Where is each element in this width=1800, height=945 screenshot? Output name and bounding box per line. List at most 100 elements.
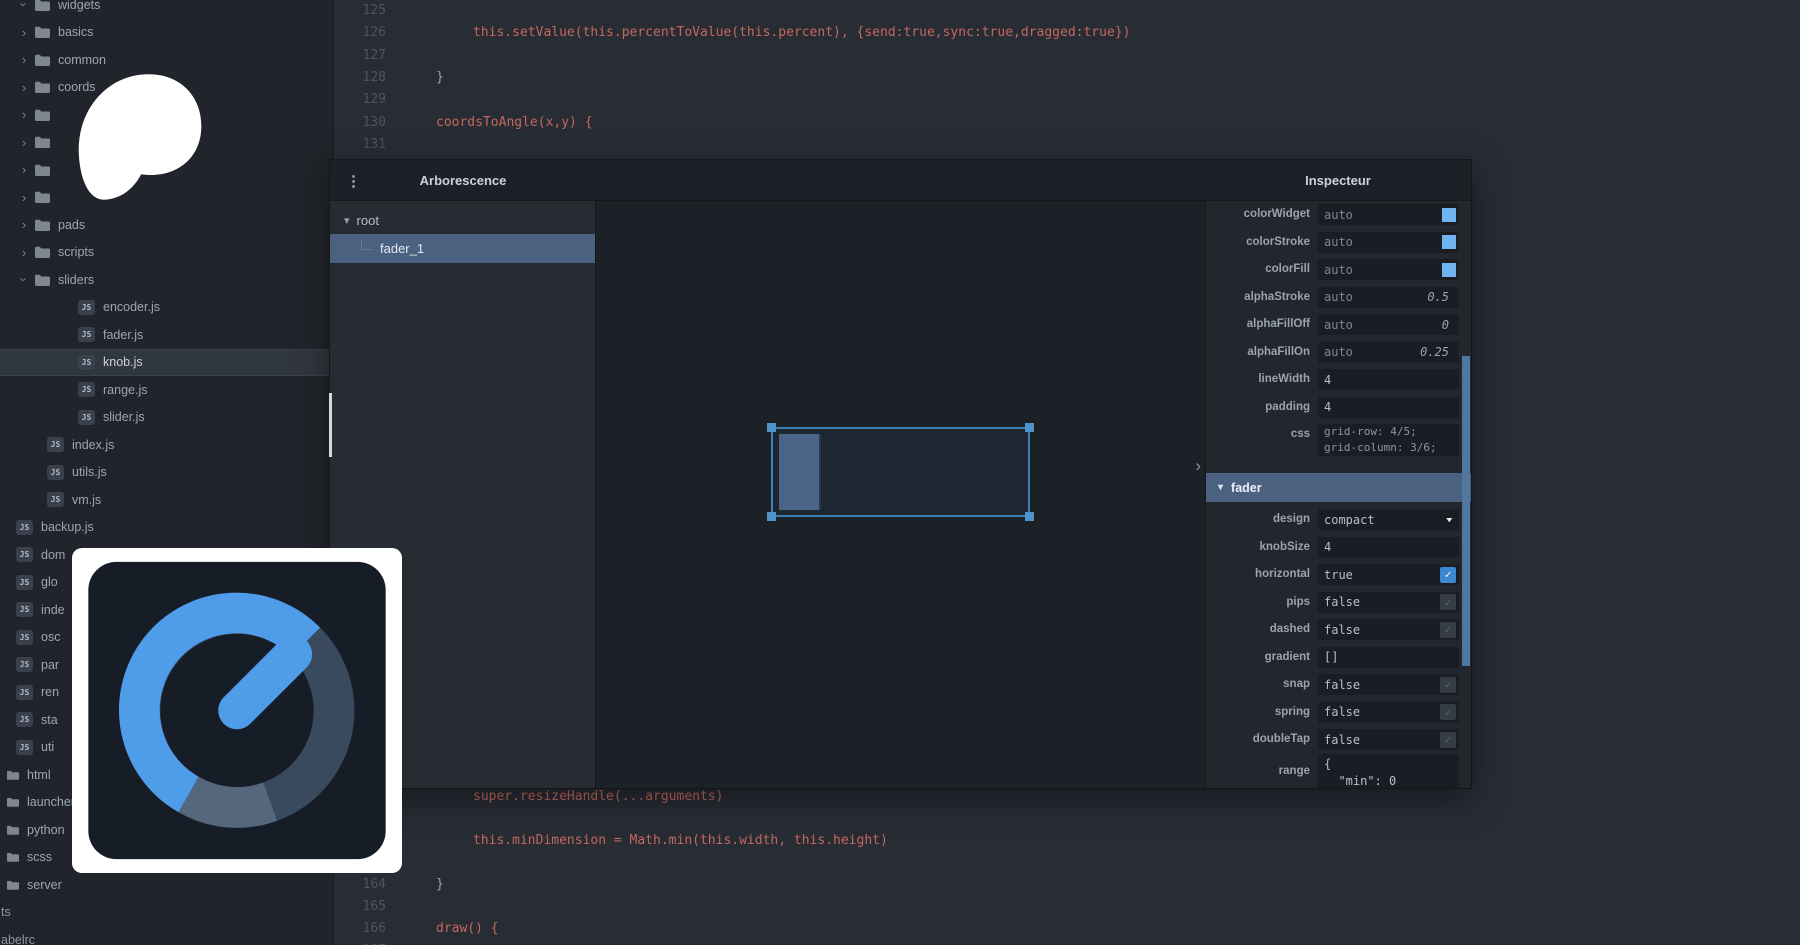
inspector-section-fader[interactable]: ▾fader bbox=[1206, 473, 1471, 502]
file-tree-item-label: dom bbox=[41, 548, 65, 562]
property-label: spring bbox=[1206, 702, 1318, 723]
file-tree-item-ts[interactable]: ts bbox=[0, 899, 333, 927]
checkbox-snap[interactable]: ✓ bbox=[1440, 677, 1456, 693]
inspector-scrollbar[interactable] bbox=[1462, 356, 1470, 666]
property-value: auto bbox=[1324, 263, 1353, 277]
file-tree-item-label: server bbox=[27, 878, 62, 892]
property-input-colorWidget[interactable]: auto bbox=[1318, 204, 1459, 225]
line-number: 129 bbox=[348, 92, 386, 114]
line-number: 131 bbox=[348, 137, 386, 159]
property-input-design[interactable]: compact▾ bbox=[1318, 509, 1459, 530]
folder-icon bbox=[7, 852, 19, 862]
color-swatch[interactable] bbox=[1442, 263, 1456, 277]
checkbox-doubleTap[interactable]: ✓ bbox=[1440, 732, 1456, 748]
property-input-pips[interactable]: false✓ bbox=[1318, 592, 1459, 613]
selection-handle[interactable] bbox=[767, 423, 776, 432]
chevron-icon: › bbox=[18, 53, 30, 66]
js-file-icon: JS bbox=[47, 437, 64, 452]
property-label: alphaFillOff bbox=[1206, 314, 1318, 335]
chevron-icon: › bbox=[18, 246, 30, 259]
checkbox-dashed[interactable]: ✓ bbox=[1440, 622, 1456, 638]
property-input-alphaFillOn[interactable]: auto0.25 bbox=[1318, 342, 1459, 363]
file-tree-item-label: index.js bbox=[72, 438, 114, 452]
property-input-padding[interactable]: 4 bbox=[1318, 397, 1459, 418]
fader-widget[interactable] bbox=[771, 427, 1030, 517]
kebab-menu-icon[interactable]: ⋮ bbox=[346, 172, 361, 190]
fader-knob[interactable] bbox=[779, 434, 821, 510]
property-label: colorWidget bbox=[1206, 204, 1318, 225]
line-number: 126 bbox=[348, 25, 386, 47]
property-input-range[interactable]: { "min": 0 bbox=[1318, 754, 1459, 789]
js-file-icon: JS bbox=[16, 602, 33, 617]
caret-down-icon: ▾ bbox=[1218, 482, 1223, 493]
file-tree-item-utils-js[interactable]: JSutils.js bbox=[0, 459, 333, 487]
property-default-value: 0 bbox=[1442, 318, 1449, 332]
property-value: auto bbox=[1324, 208, 1353, 222]
tree-node-root[interactable]: ▾ root bbox=[330, 206, 595, 234]
property-input-snap[interactable]: false✓ bbox=[1318, 674, 1459, 695]
dropdown-caret-icon[interactable]: ▾ bbox=[1445, 513, 1454, 526]
property-input-horizontal[interactable]: true✓ bbox=[1318, 564, 1459, 585]
checkbox-pips[interactable]: ✓ bbox=[1440, 594, 1456, 610]
file-tree-item-sliders[interactable]: ›sliders bbox=[0, 266, 333, 294]
checkbox-horizontal[interactable]: ✓ bbox=[1440, 567, 1456, 583]
tree-node-root-label: root bbox=[357, 213, 379, 228]
collapse-panel-icon[interactable]: › bbox=[1195, 456, 1201, 476]
chevron-icon: › bbox=[18, 163, 30, 176]
property-row-spring: springfalse✓ bbox=[1206, 699, 1471, 727]
color-swatch[interactable] bbox=[1442, 235, 1456, 249]
selection-handle[interactable] bbox=[767, 512, 776, 521]
file-tree-item-widgets[interactable]: ›widgets bbox=[0, 0, 333, 19]
file-tree-item-scripts[interactable]: ›scripts bbox=[0, 239, 333, 267]
selection-handle[interactable] bbox=[1025, 423, 1034, 432]
file-tree-item-vm-js[interactable]: JSvm.js bbox=[0, 486, 333, 514]
property-input-dashed[interactable]: false✓ bbox=[1318, 619, 1459, 640]
js-file-icon: JS bbox=[16, 520, 33, 535]
file-tree-item-label: common bbox=[58, 53, 106, 67]
folder-icon bbox=[35, 0, 50, 11]
js-file-icon: JS bbox=[16, 547, 33, 562]
file-tree-item-backup-js[interactable]: JSbackup.js bbox=[0, 514, 333, 542]
property-label: horizontal bbox=[1206, 564, 1318, 585]
file-tree-item-index-js[interactable]: JS index.js bbox=[0, 431, 333, 459]
file-tree-item-slider-js[interactable]: JSslider.js bbox=[0, 404, 333, 432]
file-tree-item-fader-js[interactable]: JSfader.js bbox=[0, 321, 333, 349]
property-input-doubleTap[interactable]: false✓ bbox=[1318, 729, 1459, 750]
property-input-lineWidth[interactable]: 4 bbox=[1318, 369, 1459, 390]
color-swatch[interactable] bbox=[1442, 208, 1456, 222]
chevron-icon: › bbox=[18, 26, 30, 39]
selection-handle[interactable] bbox=[1025, 512, 1034, 521]
property-row-dashed: dashedfalse✓ bbox=[1206, 616, 1471, 644]
property-input-alphaStroke[interactable]: auto0.5 bbox=[1318, 287, 1459, 308]
file-tree-item-label: slider.js bbox=[103, 410, 145, 424]
file-tree-item-abelrc[interactable]: abelrc bbox=[0, 926, 333, 945]
inspector-title: Inspecteur bbox=[1305, 173, 1371, 188]
file-tree-item-label: vm.js bbox=[72, 493, 101, 507]
file-tree-item-range-js[interactable]: JSrange.js bbox=[0, 376, 333, 404]
file-tree-item-pads[interactable]: ›pads bbox=[0, 211, 333, 239]
code-line: } bbox=[436, 877, 444, 899]
file-tree-item-label: abelrc bbox=[1, 933, 35, 945]
file-tree-item-server[interactable]: server bbox=[0, 871, 333, 899]
js-file-icon: JS bbox=[47, 465, 64, 480]
file-tree-item-basics[interactable]: ›basics bbox=[0, 19, 333, 47]
property-input-colorFill[interactable]: auto bbox=[1318, 259, 1459, 280]
js-file-icon: JS bbox=[78, 300, 95, 315]
tree-node-fader[interactable]: fader_1 bbox=[330, 234, 595, 263]
property-label: gradient bbox=[1206, 647, 1318, 668]
caret-down-icon: ▾ bbox=[344, 214, 350, 227]
property-row-gradient: gradient[] bbox=[1206, 644, 1471, 672]
property-row-range: range{ "min": 0 bbox=[1206, 754, 1471, 789]
property-input-colorStroke[interactable]: auto bbox=[1318, 232, 1459, 253]
property-row-knobSize: knobSize4 bbox=[1206, 534, 1471, 562]
property-input-knobSize[interactable]: 4 bbox=[1318, 537, 1459, 558]
property-input-css[interactable]: grid-row: 4/5; grid-column: 3/6; bbox=[1318, 424, 1459, 456]
file-tree-item-knob-js[interactable]: JSknob.js bbox=[0, 349, 333, 377]
property-input-gradient[interactable]: [] bbox=[1318, 647, 1459, 668]
panel-drag-handle[interactable] bbox=[329, 393, 332, 457]
folder-icon bbox=[7, 825, 19, 835]
checkbox-spring[interactable]: ✓ bbox=[1440, 704, 1456, 720]
property-input-alphaFillOff[interactable]: auto0 bbox=[1318, 314, 1459, 335]
file-tree-item-encoder-js[interactable]: JSencoder.js bbox=[0, 294, 333, 322]
property-input-spring[interactable]: false✓ bbox=[1318, 702, 1459, 723]
